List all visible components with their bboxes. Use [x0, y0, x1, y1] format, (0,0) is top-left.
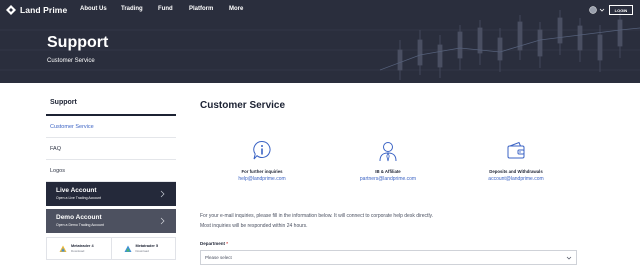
- page-title: Support: [47, 34, 109, 51]
- contact-label: Deposits and Withdrawals: [489, 169, 543, 174]
- language-selector[interactable]: [589, 6, 606, 14]
- nav-platform[interactable]: Platform: [189, 6, 213, 12]
- department-select[interactable]: Please select: [200, 250, 577, 265]
- metatrader-4-download-label: Download: [71, 249, 85, 253]
- demo-account-title: Demo Account: [56, 214, 102, 221]
- chevron-right-icon: [160, 217, 165, 225]
- contact-card-deposits: Deposits and Withdrawals account@landpri…: [456, 140, 576, 182]
- chevron-down-icon: [599, 8, 605, 12]
- sidebar-item-customer-service[interactable]: Customer Service: [46, 116, 176, 138]
- demo-account-button[interactable]: Demo Account Open a Demo Trading Account: [46, 209, 176, 233]
- metatrader-5-name: Metatrader 5: [135, 244, 159, 248]
- wallet-icon: [507, 141, 525, 159]
- info-chat-icon: [253, 140, 271, 160]
- brand-logo[interactable]: Land Prime: [6, 4, 67, 16]
- metatrader-5-download[interactable]: Metatrader 5 Download: [110, 238, 176, 259]
- metatrader-4-icon: [59, 245, 67, 252]
- intro-text-line-1: For your e-mail inquiries, please fill i…: [200, 213, 434, 219]
- department-label-text: Department: [200, 241, 226, 246]
- section-title: Customer Service: [200, 100, 286, 111]
- sidebar-heading: Support: [46, 92, 176, 116]
- live-account-title: Live Account: [56, 187, 97, 194]
- department-select-value: Please select: [205, 255, 232, 260]
- metatrader-5-download-label: Download: [135, 249, 149, 253]
- sidebar-item-faq[interactable]: FAQ: [46, 138, 176, 160]
- contact-card-inquiries: For further inquiries help@landprime.com: [202, 140, 322, 182]
- contact-email-link[interactable]: partners@landprime.com: [328, 176, 448, 182]
- intro-text-line-2: Most inquiries will be responded within …: [200, 223, 308, 229]
- diamond-logo-icon: [6, 5, 16, 15]
- nav-about-us[interactable]: About Us: [80, 6, 107, 12]
- contact-card-ib-affiliate: IB & Affiliate partners@landprime.com: [328, 140, 448, 182]
- required-marker: *: [226, 241, 229, 246]
- metatrader-5-icon: [124, 245, 131, 252]
- nav-fund[interactable]: Fund: [158, 6, 173, 12]
- nav-more[interactable]: More: [229, 6, 243, 12]
- login-button[interactable]: LOGIN: [609, 5, 633, 15]
- live-account-button[interactable]: Live Account Open a Live Trading Account: [46, 182, 176, 206]
- metatrader-downloads: Metatrader 4 Download Metatrader 5 Downl…: [46, 237, 176, 260]
- nav-trading[interactable]: Trading: [121, 6, 143, 12]
- demo-account-subtitle: Open a Demo Trading Account: [56, 223, 104, 227]
- department-label: Department *: [200, 241, 228, 246]
- contact-email-link[interactable]: account@landprime.com: [456, 176, 576, 182]
- contact-label: For further inquiries: [241, 169, 283, 174]
- chevron-right-icon: [160, 190, 165, 198]
- chevron-down-icon: [566, 256, 572, 260]
- brand-name: Land Prime: [20, 5, 68, 15]
- ib-affiliate-person-icon: [379, 142, 397, 162]
- metatrader-4-name: Metatrader 4: [71, 244, 94, 248]
- support-sidebar: Support Customer Service FAQ Logos Live …: [46, 92, 176, 260]
- contact-email-link[interactable]: help@landprime.com: [202, 176, 322, 182]
- contact-label: IB & Affiliate: [375, 169, 401, 174]
- globe-icon: [589, 6, 597, 14]
- hero-banner: Land Prime About Us Trading Fund Platfor…: [0, 0, 640, 83]
- live-account-subtitle: Open a Live Trading Account: [56, 196, 101, 200]
- page-subtitle: Customer Service: [47, 58, 95, 64]
- top-navigation: Land Prime About Us Trading Fund Platfor…: [0, 0, 640, 20]
- sidebar-item-logos[interactable]: Logos: [46, 160, 176, 182]
- metatrader-4-download[interactable]: Metatrader 4 Download: [47, 238, 111, 259]
